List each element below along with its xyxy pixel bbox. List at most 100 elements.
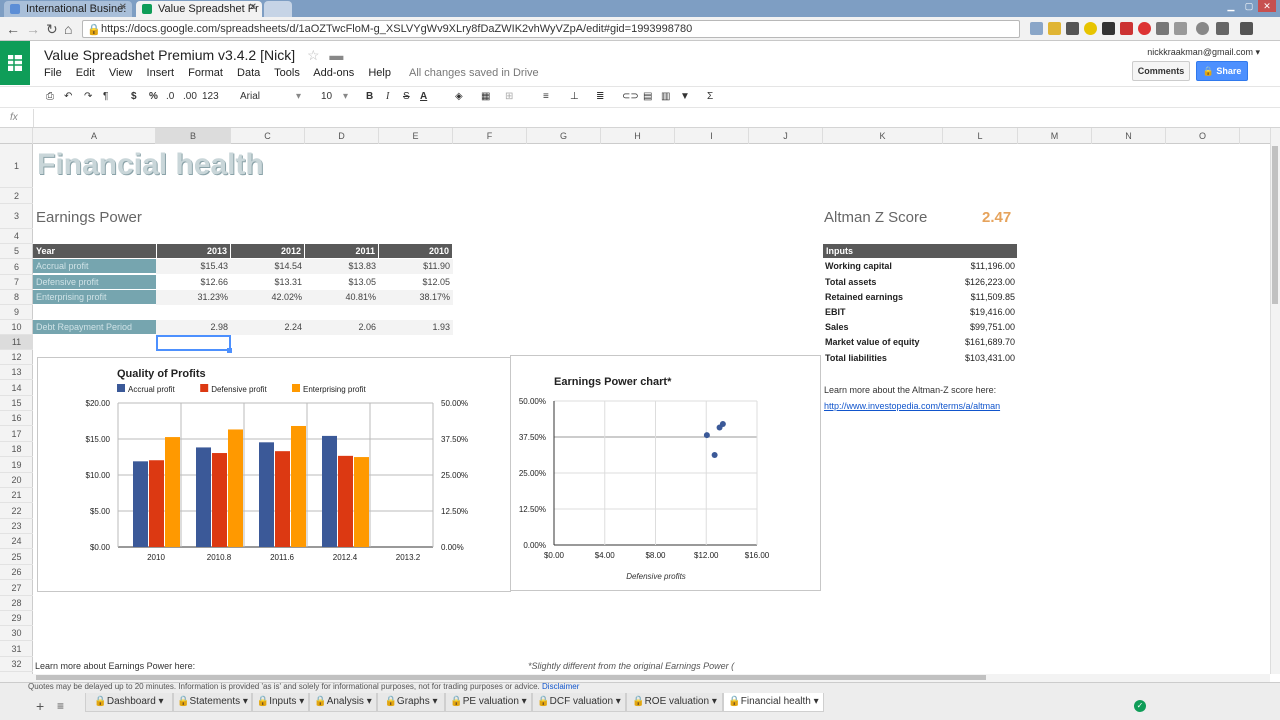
window-close-icon[interactable]: ✕: [1258, 0, 1276, 12]
row-header[interactable]: 15: [0, 396, 33, 411]
row-header[interactable]: 14: [0, 380, 33, 396]
row-header[interactable]: 12: [0, 350, 33, 365]
italic-button[interactable]: I: [386, 91, 389, 102]
decrease-decimal-button[interactable]: .0: [166, 91, 174, 102]
insert-comment-icon[interactable]: ▤: [643, 91, 652, 102]
folder-icon[interactable]: ▬: [329, 47, 343, 63]
row-header[interactable]: 9: [0, 305, 33, 320]
row-header[interactable]: 27: [0, 580, 33, 596]
minimize-icon[interactable]: ▁: [1222, 0, 1240, 12]
increase-decimal-button[interactable]: .00: [183, 91, 197, 102]
table-cell[interactable]: 2.98: [156, 320, 231, 335]
sheet-tab-dashboard[interactable]: 🔒Dashboard ▾: [85, 693, 173, 712]
column-header[interactable]: A: [33, 128, 156, 144]
row-header[interactable]: 5: [0, 244, 33, 259]
row-label-defensive-profit[interactable]: Defensive profit: [33, 275, 156, 290]
column-header[interactable]: I: [675, 128, 749, 144]
input-value[interactable]: $11,509.85: [943, 290, 1018, 305]
earnings-power-heading[interactable]: Earnings Power: [36, 209, 142, 226]
row-header[interactable]: 11: [0, 335, 33, 350]
row-header[interactable]: 7: [0, 275, 33, 290]
altman-learn-text[interactable]: Learn more about the Altman-Z score here…: [824, 385, 996, 395]
sheet-tab-analysis[interactable]: 🔒Analysis ▾: [309, 693, 377, 712]
row-label-accrual-profit[interactable]: Accrual profit: [33, 259, 156, 274]
undo-icon[interactable]: ↶: [64, 91, 72, 102]
sheet-tab-roe-valuation[interactable]: 🔒ROE valuation ▾: [626, 693, 723, 712]
menu-insert[interactable]: Insert: [147, 67, 175, 79]
column-header[interactable]: O: [1166, 128, 1240, 144]
sheet-tab-inputs[interactable]: 🔒Inputs ▾: [252, 693, 309, 712]
input-value[interactable]: $126,223.00: [943, 275, 1018, 290]
all-sheets-icon[interactable]: ≡: [57, 699, 64, 713]
print-icon[interactable]: ⎙: [46, 91, 54, 102]
column-header[interactable]: E: [379, 128, 453, 144]
earnings-footnote[interactable]: *Slightly different from the original Ea…: [528, 661, 734, 671]
column-header[interactable]: D: [305, 128, 379, 144]
vertical-scroll-thumb[interactable]: [1272, 146, 1278, 304]
account-email-text[interactable]: nickkraakman@gmail.com: [1147, 47, 1253, 57]
column-header[interactable]: G: [527, 128, 601, 144]
fill-handle[interactable]: [227, 348, 232, 353]
chevron-down-icon[interactable]: ▾: [296, 91, 301, 102]
table-cell[interactable]: $15.43: [156, 259, 231, 274]
share-button[interactable]: 🔒 Share: [1196, 61, 1248, 81]
table-cell[interactable]: $12.05: [379, 275, 453, 290]
insert-chart-icon[interactable]: ▥: [661, 91, 670, 102]
extension-icon[interactable]: [1174, 22, 1187, 35]
menu-view[interactable]: View: [109, 67, 133, 79]
paint-format-icon[interactable]: ¶: [103, 91, 108, 102]
check-icon[interactable]: ✓: [1134, 700, 1146, 712]
menu-file[interactable]: File: [44, 67, 62, 79]
menu-edit[interactable]: Edit: [76, 67, 95, 79]
align-left-icon[interactable]: ≡: [543, 91, 549, 102]
menu-help[interactable]: Help: [368, 67, 391, 79]
forward-arrow-icon[interactable]: →: [26, 21, 40, 37]
row-header[interactable]: 23: [0, 519, 33, 534]
column-header[interactable]: M: [1018, 128, 1092, 144]
input-label[interactable]: Sales: [823, 320, 943, 335]
extension-icon[interactable]: [1030, 22, 1043, 35]
row-header[interactable]: 3: [0, 204, 33, 229]
row-header[interactable]: 10: [0, 320, 33, 335]
table-cell[interactable]: $11.90: [379, 259, 453, 274]
extension-icon[interactable]: [1102, 22, 1115, 35]
input-label[interactable]: Total assets: [823, 275, 943, 290]
altman-score[interactable]: 2.47: [982, 209, 1011, 226]
menu-addons[interactable]: Add-ons: [313, 67, 354, 79]
row-label-debt-repayment[interactable]: Debt Repayment Period: [33, 320, 156, 335]
row-header[interactable]: 26: [0, 565, 33, 580]
horizontal-scroll-thumb[interactable]: [36, 675, 986, 680]
merge-cells-icon[interactable]: ⊞: [505, 91, 513, 102]
table-cell[interactable]: 2.06: [305, 320, 379, 335]
column-header[interactable]: L: [943, 128, 1018, 144]
row-label-enterprising-profit[interactable]: Enterprising profit: [33, 290, 156, 305]
menu-icon[interactable]: [1240, 22, 1253, 35]
wrap-text-icon[interactable]: ≣: [596, 91, 604, 102]
table-cell[interactable]: 1.93: [379, 320, 453, 335]
browser-tab-international-business[interactable]: International Busine: ✕: [4, 1, 132, 17]
home-icon[interactable]: ⌂: [64, 21, 72, 37]
row-header[interactable]: 13: [0, 365, 33, 380]
row-header[interactable]: 29: [0, 611, 33, 626]
sheet-tab-dcf-valuation[interactable]: 🔒DCF valuation ▾: [532, 693, 626, 712]
column-header[interactable]: K: [823, 128, 943, 144]
selected-cell[interactable]: [156, 335, 231, 351]
table-header-2011[interactable]: 2011: [305, 244, 378, 258]
back-arrow-icon[interactable]: ←: [6, 21, 20, 37]
row-header[interactable]: 17: [0, 426, 33, 442]
new-tab-button[interactable]: [264, 1, 292, 17]
page-title[interactable]: Financial health: [37, 148, 264, 182]
table-header-2013[interactable]: 2013: [157, 244, 230, 258]
row-header[interactable]: 16: [0, 411, 33, 426]
column-header[interactable]: H: [601, 128, 675, 144]
text-color-button[interactable]: A: [420, 91, 427, 102]
add-sheet-icon[interactable]: +: [36, 698, 44, 714]
column-header[interactable]: N: [1092, 128, 1166, 144]
filter-icon[interactable]: ▼: [680, 91, 690, 102]
earnings-power-chart[interactable]: Earnings Power chart* 0.00% 12.50% 25.00% 3…: [510, 355, 821, 591]
row-header[interactable]: 2: [0, 188, 33, 204]
table-cell[interactable]: $12.66: [156, 275, 231, 290]
input-value[interactable]: $99,751.00: [943, 320, 1018, 335]
table-cell[interactable]: 31.23%: [156, 290, 231, 305]
table-cell[interactable]: $14.54: [231, 259, 305, 274]
